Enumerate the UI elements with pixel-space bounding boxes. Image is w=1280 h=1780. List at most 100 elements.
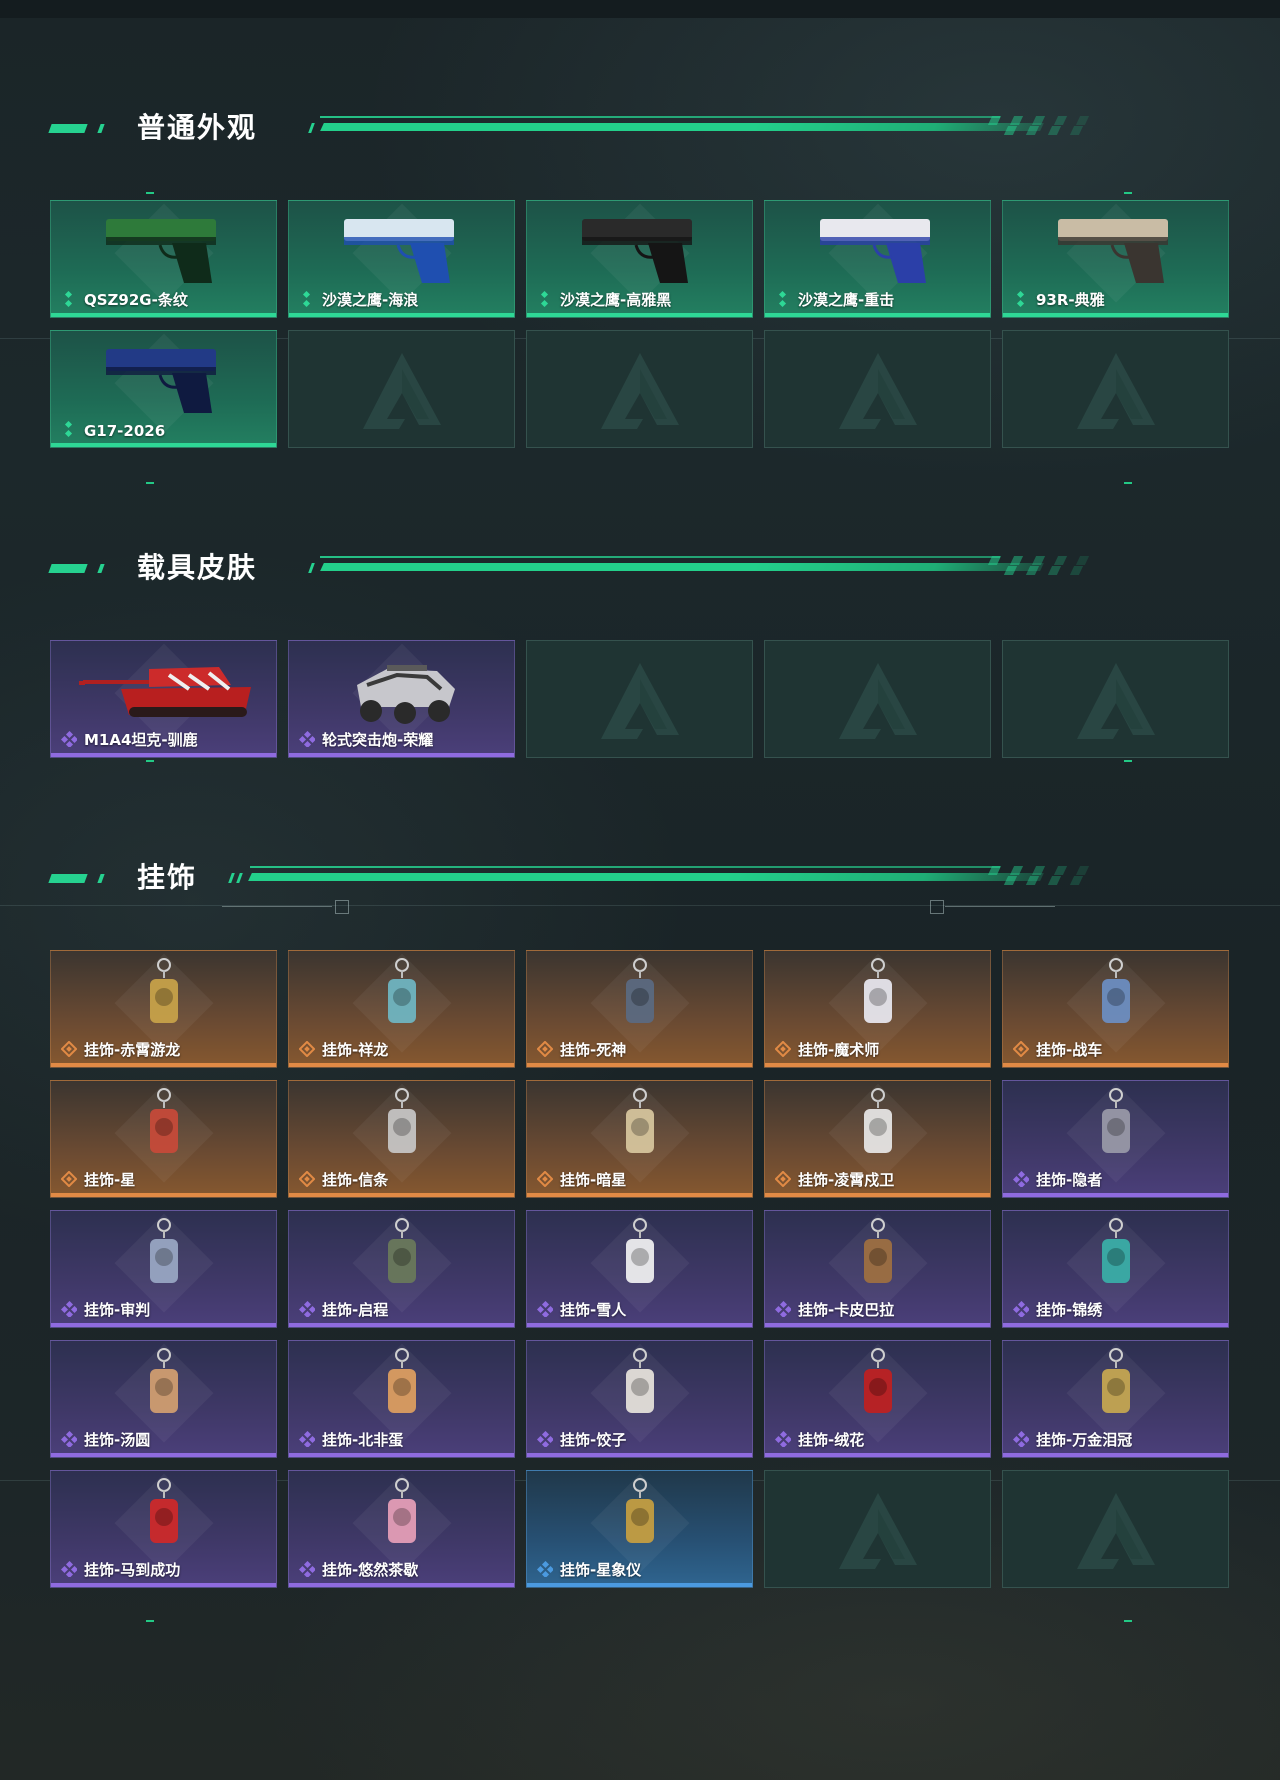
- item-card[interactable]: 挂饰-绒花: [764, 1340, 991, 1458]
- weapon-image: [808, 207, 948, 291]
- item-card[interactable]: 挂饰-星: [50, 1080, 277, 1198]
- item-name: 挂饰-马到成功: [84, 1561, 181, 1579]
- item-card[interactable]: 挂饰-隐者: [1002, 1080, 1229, 1198]
- item-card[interactable]: 挂饰-北非蛋: [288, 1340, 515, 1458]
- rarity-bar: [51, 1193, 276, 1197]
- item-card[interactable]: 挂饰-死神: [526, 950, 753, 1068]
- item-card[interactable]: 挂饰-星象仪: [526, 1470, 753, 1588]
- item-name: 挂饰-星: [84, 1171, 136, 1189]
- rarity-bar: [1003, 1063, 1228, 1067]
- rarity-icon: [298, 1300, 317, 1319]
- charm-image: [134, 1087, 194, 1171]
- item-card[interactable]: 挂饰-信条: [288, 1080, 515, 1198]
- rarity-bar: [527, 1063, 752, 1067]
- weapon-image: [1046, 207, 1186, 291]
- charm-image: [134, 1217, 194, 1301]
- item-name: 挂饰-暗星: [560, 1171, 627, 1189]
- placeholder-logo-icon: [597, 349, 683, 429]
- charm-image: [1086, 957, 1146, 1041]
- item-name: 挂饰-信条: [322, 1171, 389, 1189]
- rarity-icon: [298, 730, 317, 749]
- decor-line: [945, 906, 1055, 907]
- item-card[interactable]: 挂饰-悠然茶歇: [288, 1470, 515, 1588]
- item-card[interactable]: 挂饰-战车: [1002, 950, 1229, 1068]
- section-header: 挂饰: [0, 858, 1280, 898]
- section-title: 普通外观: [137, 111, 258, 144]
- charm-image: [1086, 1347, 1146, 1431]
- item-name: 挂饰-审判: [84, 1301, 151, 1319]
- item-card[interactable]: 挂饰-万金泪冠: [1002, 1340, 1229, 1458]
- placeholder-logo-icon: [1073, 659, 1159, 739]
- rarity-bar: [51, 1323, 276, 1327]
- item-card[interactable]: 挂饰-启程: [288, 1210, 515, 1328]
- item-card[interactable]: 轮式突击炮-荣耀: [288, 640, 515, 758]
- item-name: 挂饰-汤圆: [84, 1431, 151, 1449]
- vehicle-image: [337, 655, 467, 739]
- item-card[interactable]: 挂饰-马到成功: [50, 1470, 277, 1588]
- charm-image: [848, 1217, 908, 1301]
- charm-image: [372, 1087, 432, 1171]
- header-bar-decor: [48, 874, 88, 883]
- item-card[interactable]: 挂饰-魔术师: [764, 950, 991, 1068]
- item-name: 挂饰-启程: [322, 1301, 389, 1319]
- item-card[interactable]: 沙漠之鹰-海浪: [288, 200, 515, 318]
- section-header: 载具皮肤: [0, 548, 1280, 588]
- decor-square: [930, 900, 944, 914]
- rarity-icon: [298, 1040, 316, 1058]
- item-card[interactable]: 挂饰-审判: [50, 1210, 277, 1328]
- rarity-icon: [60, 1040, 78, 1058]
- weapon-image: [332, 207, 472, 291]
- item-card[interactable]: 沙漠之鹰-重击: [764, 200, 991, 318]
- item-name: QSZ92G-条纹: [84, 291, 188, 309]
- item-name: 93R-典雅: [1036, 291, 1105, 309]
- item-card[interactable]: QSZ92G-条纹: [50, 200, 277, 318]
- header-slash-decor: [236, 873, 243, 883]
- rarity-bar: [51, 1453, 276, 1457]
- header-thin-line: [320, 116, 1000, 118]
- item-card[interactable]: G17-2026: [50, 330, 277, 448]
- item-card[interactable]: 挂饰-赤霄游龙: [50, 950, 277, 1068]
- item-card[interactable]: 挂饰-雪人: [526, 1210, 753, 1328]
- rarity-bar: [51, 1063, 276, 1067]
- rarity-bar: [289, 1193, 514, 1197]
- item-card[interactable]: M1A4坦克-驯鹿: [50, 640, 277, 758]
- item-name: 挂饰-雪人: [560, 1301, 627, 1319]
- empty-slot: [764, 640, 991, 758]
- item-card[interactable]: 挂饰-饺子: [526, 1340, 753, 1458]
- placeholder-logo-icon: [1073, 349, 1159, 429]
- empty-slot: [1002, 640, 1229, 758]
- checker-square: [1069, 126, 1084, 135]
- header-checker-decor: [987, 864, 1190, 886]
- rarity-icon: [298, 1430, 317, 1449]
- placeholder-logo-icon: [359, 349, 445, 429]
- placeholder-logo-icon: [835, 349, 921, 429]
- item-card[interactable]: 挂饰-凌霄戍卫: [764, 1080, 991, 1198]
- item-name: 挂饰-魔术师: [798, 1041, 880, 1059]
- checker-square: [1003, 126, 1018, 135]
- empty-slot: [1002, 330, 1229, 448]
- header-thick-line: [320, 563, 1044, 571]
- charm-image: [372, 1477, 432, 1561]
- item-card[interactable]: 93R-典雅: [1002, 200, 1229, 318]
- item-card[interactable]: 挂饰-卡皮巴拉: [764, 1210, 991, 1328]
- rarity-bar: [765, 1063, 990, 1067]
- rarity-icon: [1013, 290, 1029, 308]
- checker-square: [1025, 126, 1040, 135]
- rarity-bar: [527, 1323, 752, 1327]
- checker-square: [1003, 566, 1018, 575]
- item-card[interactable]: 沙漠之鹰-高雅黑: [526, 200, 753, 318]
- item-name: 挂饰-凌霄戍卫: [798, 1171, 895, 1189]
- item-name: 挂饰-饺子: [560, 1431, 627, 1449]
- charm-image: [372, 1217, 432, 1301]
- decor-tick: [146, 760, 154, 762]
- item-card[interactable]: 挂饰-锦绣: [1002, 1210, 1229, 1328]
- item-card[interactable]: 挂饰-暗星: [526, 1080, 753, 1198]
- rarity-bar: [527, 1453, 752, 1457]
- rarity-bar: [527, 1193, 752, 1197]
- rarity-icon: [774, 1430, 793, 1449]
- item-card[interactable]: 挂饰-祥龙: [288, 950, 515, 1068]
- decor-tick: [1124, 1620, 1132, 1622]
- item-card[interactable]: 挂饰-汤圆: [50, 1340, 277, 1458]
- empty-slot: [764, 330, 991, 448]
- header-bar-decor: [97, 874, 105, 883]
